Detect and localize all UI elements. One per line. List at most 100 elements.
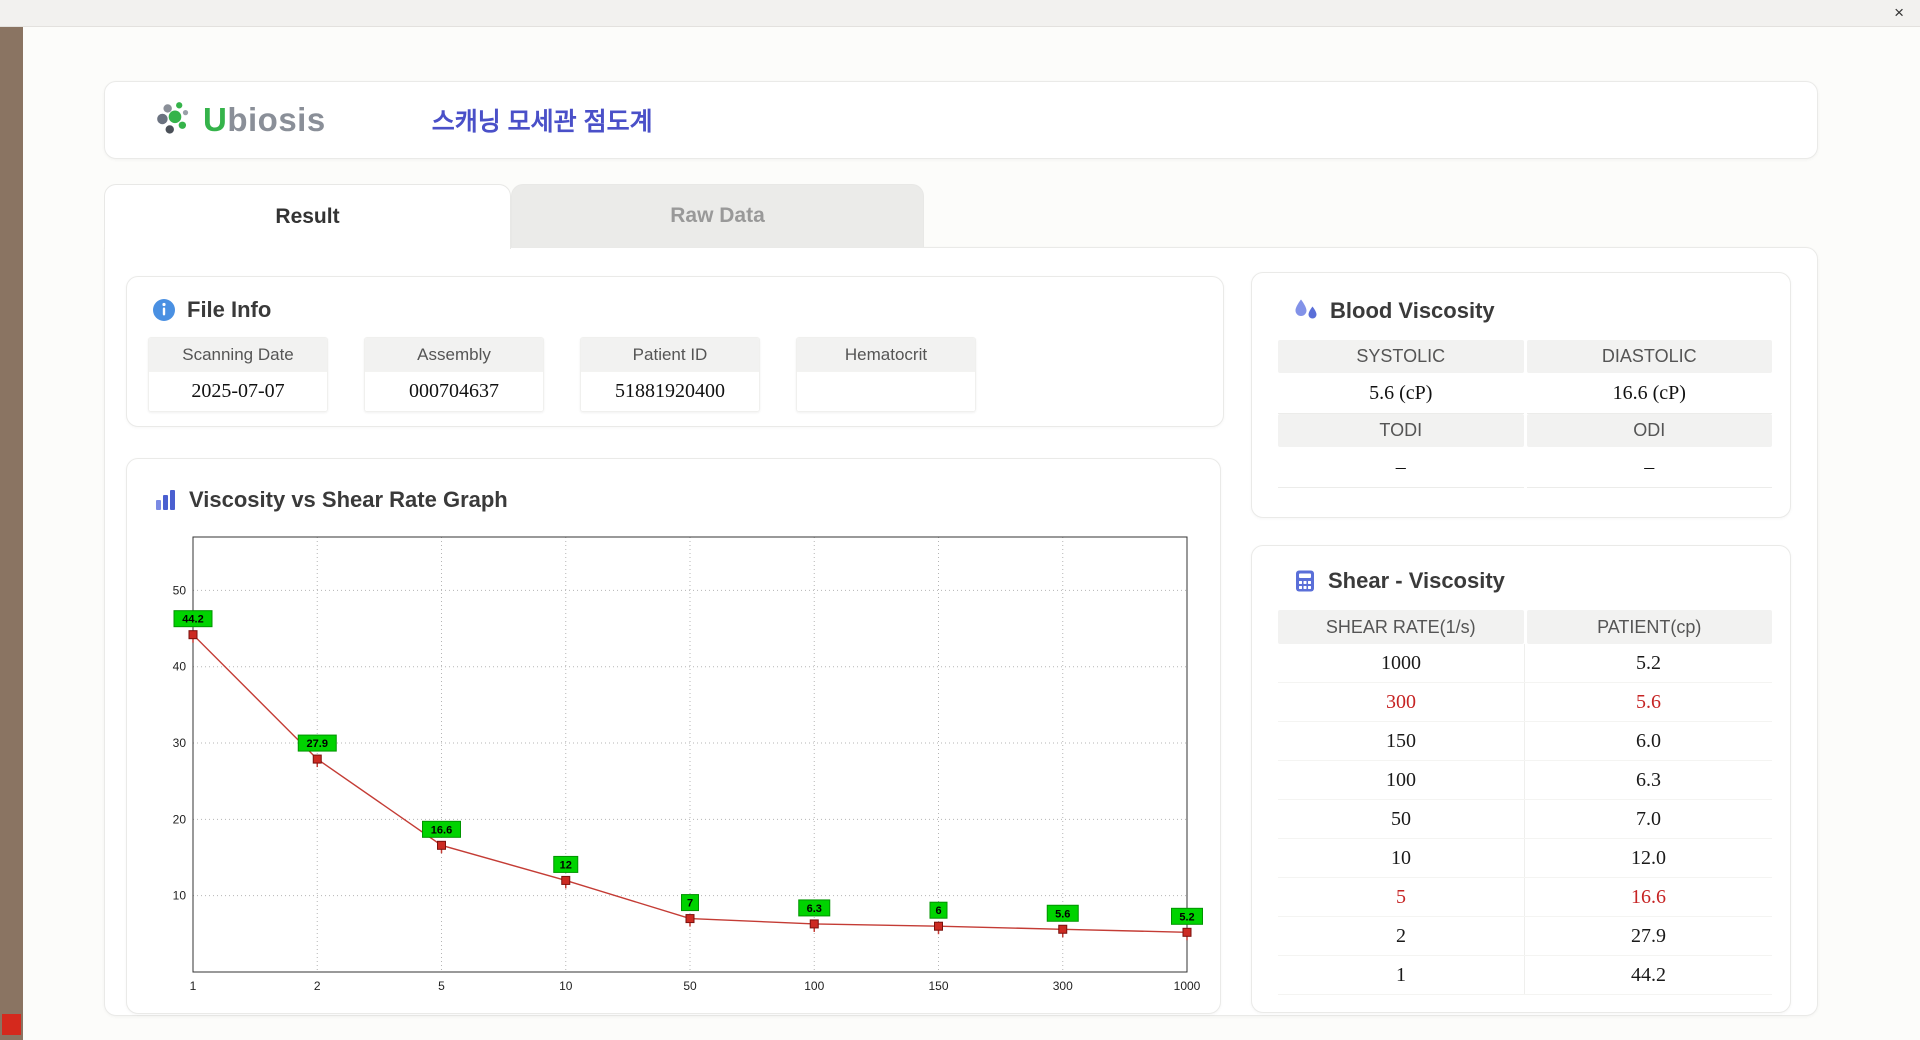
header-card: Ubiosis 스캐닝 모세관 점도계: [104, 81, 1818, 159]
svg-text:5: 5: [438, 979, 445, 993]
svg-text:50: 50: [173, 583, 187, 597]
svg-text:1: 1: [190, 979, 197, 993]
taskbar-red-square: [2, 1014, 21, 1035]
shear-rate-value: 5: [1278, 878, 1525, 916]
svg-text:44.2: 44.2: [182, 614, 203, 626]
desktop-edge-strip: [0, 27, 23, 1040]
field-assembly: Assembly 000704637: [364, 337, 544, 412]
patient-viscosity-value: 27.9: [1631, 924, 1666, 947]
diastolic-header: DIASTOLIC: [1526, 340, 1772, 373]
svg-text:6.3: 6.3: [807, 903, 822, 915]
odi-header: ODI: [1526, 414, 1772, 447]
patient-viscosity-value: 5.6: [1636, 690, 1661, 713]
patient-viscosity-value: 6.3: [1636, 768, 1661, 791]
blood-viscosity-card: Blood Viscosity SYSTOLIC DIASTOLIC 5.6 (…: [1251, 272, 1791, 518]
viscosity-chart: 10203040501 2 5 10 50 100 150 300 100044.227.916…: [173, 536, 1203, 993]
svg-text:30: 30: [173, 736, 187, 750]
logo-dots-icon: [153, 99, 197, 141]
svg-text:5.2: 5.2: [1179, 911, 1194, 923]
blood-viscosity-table: SYSTOLIC DIASTOLIC 5.6 (cP) 16.6 (cP) TO…: [1278, 340, 1772, 488]
shear-row: 10 12.0: [1278, 839, 1772, 878]
viscosity-graph-card: Viscosity vs Shear Rate Graph 10 20 30 40 50…: [126, 458, 1221, 1014]
shear-rate-value: 2: [1278, 917, 1525, 955]
shear-rate-value: 1: [1278, 956, 1525, 994]
svg-text:50: 50: [683, 979, 697, 993]
droplets-icon: [1292, 297, 1320, 324]
patient-viscosity-value: 6.0: [1636, 729, 1661, 752]
patient-viscosity-value: 7.0: [1636, 807, 1661, 830]
tab-raw-data[interactable]: Raw Data: [511, 184, 924, 247]
shear-rate-value: 10: [1278, 839, 1525, 877]
field-label: Hematocrit: [797, 338, 975, 371]
systolic-value: 5.6 (cP): [1278, 373, 1524, 414]
field-hematocrit: Hematocrit: [796, 337, 976, 412]
shear-row: 2 27.9: [1278, 917, 1772, 956]
shear-viscosity-table: SHEAR RATE(1/s) PATIENT(cp) 1000 5.2 300…: [1278, 610, 1772, 995]
tab-result[interactable]: Result: [104, 184, 511, 249]
window-close-icon[interactable]: ×: [1894, 3, 1904, 23]
shear-rate-value: 50: [1278, 800, 1525, 838]
svg-text:6: 6: [935, 905, 941, 917]
svg-text:5.6: 5.6: [1055, 908, 1070, 920]
diastolic-value: 16.6 (cP): [1526, 373, 1772, 414]
svg-text:10: 10: [559, 979, 573, 993]
bar-chart-icon: [153, 487, 179, 513]
ubiosis-logo: Ubiosis: [153, 99, 326, 141]
svg-text:12: 12: [560, 859, 572, 871]
shear-rate-value: 100: [1278, 761, 1525, 799]
svg-text:300: 300: [1053, 979, 1073, 993]
systolic-header: SYSTOLIC: [1278, 340, 1524, 373]
shear-row: 1000 5.2: [1278, 644, 1772, 683]
shear-row: 50 7.0: [1278, 800, 1772, 839]
patient-viscosity-value: 16.6: [1631, 885, 1666, 908]
shear-row: 300 5.6: [1278, 683, 1772, 722]
field-value: 51881920400: [581, 371, 759, 411]
field-label: Patient ID: [581, 338, 759, 371]
field-label: Assembly: [365, 338, 543, 371]
field-value: 000704637: [365, 371, 543, 411]
svg-text:20: 20: [173, 812, 187, 826]
todi-header: TODI: [1278, 414, 1524, 447]
shear-table-header: SHEAR RATE(1/s) PATIENT(cp): [1278, 610, 1772, 644]
calculator-icon: [1292, 568, 1318, 594]
shear-rate-value: 150: [1278, 722, 1525, 760]
patient-viscosity-value: 12.0: [1631, 846, 1666, 869]
svg-text:40: 40: [173, 660, 187, 674]
app-window: × Ubiosis 스캐닝 모세관 점도계 Result Raw Data Fi…: [0, 0, 1920, 1040]
shear-viscosity-card: Shear - Viscosity SHEAR RATE(1/s) PATIEN…: [1251, 545, 1791, 1013]
window-titlebar: ×: [0, 0, 1920, 27]
field-value: 2025-07-07: [149, 371, 327, 411]
shear-row: 150 6.0: [1278, 722, 1772, 761]
graph-title-row: Viscosity vs Shear Rate Graph: [153, 487, 1220, 513]
file-info-card: File Info Scanning Date 2025-07-07 Assem…: [126, 276, 1224, 427]
file-info-title: File Info: [187, 297, 272, 322]
blood-viscosity-title: Blood Viscosity: [1330, 297, 1495, 323]
blood-viscosity-title-row: Blood Viscosity: [1292, 297, 1790, 324]
todi-value: –: [1278, 447, 1524, 488]
patient-column-header: PATIENT(cp): [1526, 610, 1772, 644]
svg-text:16.6: 16.6: [431, 824, 452, 836]
chart-wrap: 10 20 30 40 50 1 2 5 10 50 100 150 300 1000 44.2 27.9 16…: [153, 525, 1220, 1008]
shear-row: 5 16.6: [1278, 878, 1772, 917]
svg-text:100: 100: [804, 979, 824, 993]
file-info-fields: Scanning Date 2025-07-07 Assembly 000704…: [148, 337, 1223, 412]
svg-text:27.9: 27.9: [307, 738, 328, 750]
svg-text:7: 7: [687, 898, 693, 910]
shear-rate-value: 300: [1278, 683, 1525, 721]
svg-text:10: 10: [173, 889, 187, 903]
field-label: Scanning Date: [149, 338, 327, 371]
odi-value: –: [1526, 447, 1772, 488]
shear-viscosity-title: Shear - Viscosity: [1328, 568, 1505, 593]
shear-rate-column-header: SHEAR RATE(1/s): [1278, 610, 1524, 644]
file-info-title-row: File Info: [151, 297, 1223, 323]
graph-title: Viscosity vs Shear Rate Graph: [189, 487, 508, 512]
info-icon: [151, 297, 177, 323]
shear-row: 100 6.3: [1278, 761, 1772, 800]
logo-text-accent: U: [203, 101, 228, 138]
svg-text:2: 2: [314, 979, 321, 993]
logo-text-rest: biosis: [227, 101, 326, 138]
shear-rate-value: 1000: [1278, 644, 1525, 682]
field-patient-id: Patient ID 51881920400: [580, 337, 760, 412]
svg-text:1000: 1000: [1174, 979, 1201, 993]
field-value: [797, 371, 975, 411]
